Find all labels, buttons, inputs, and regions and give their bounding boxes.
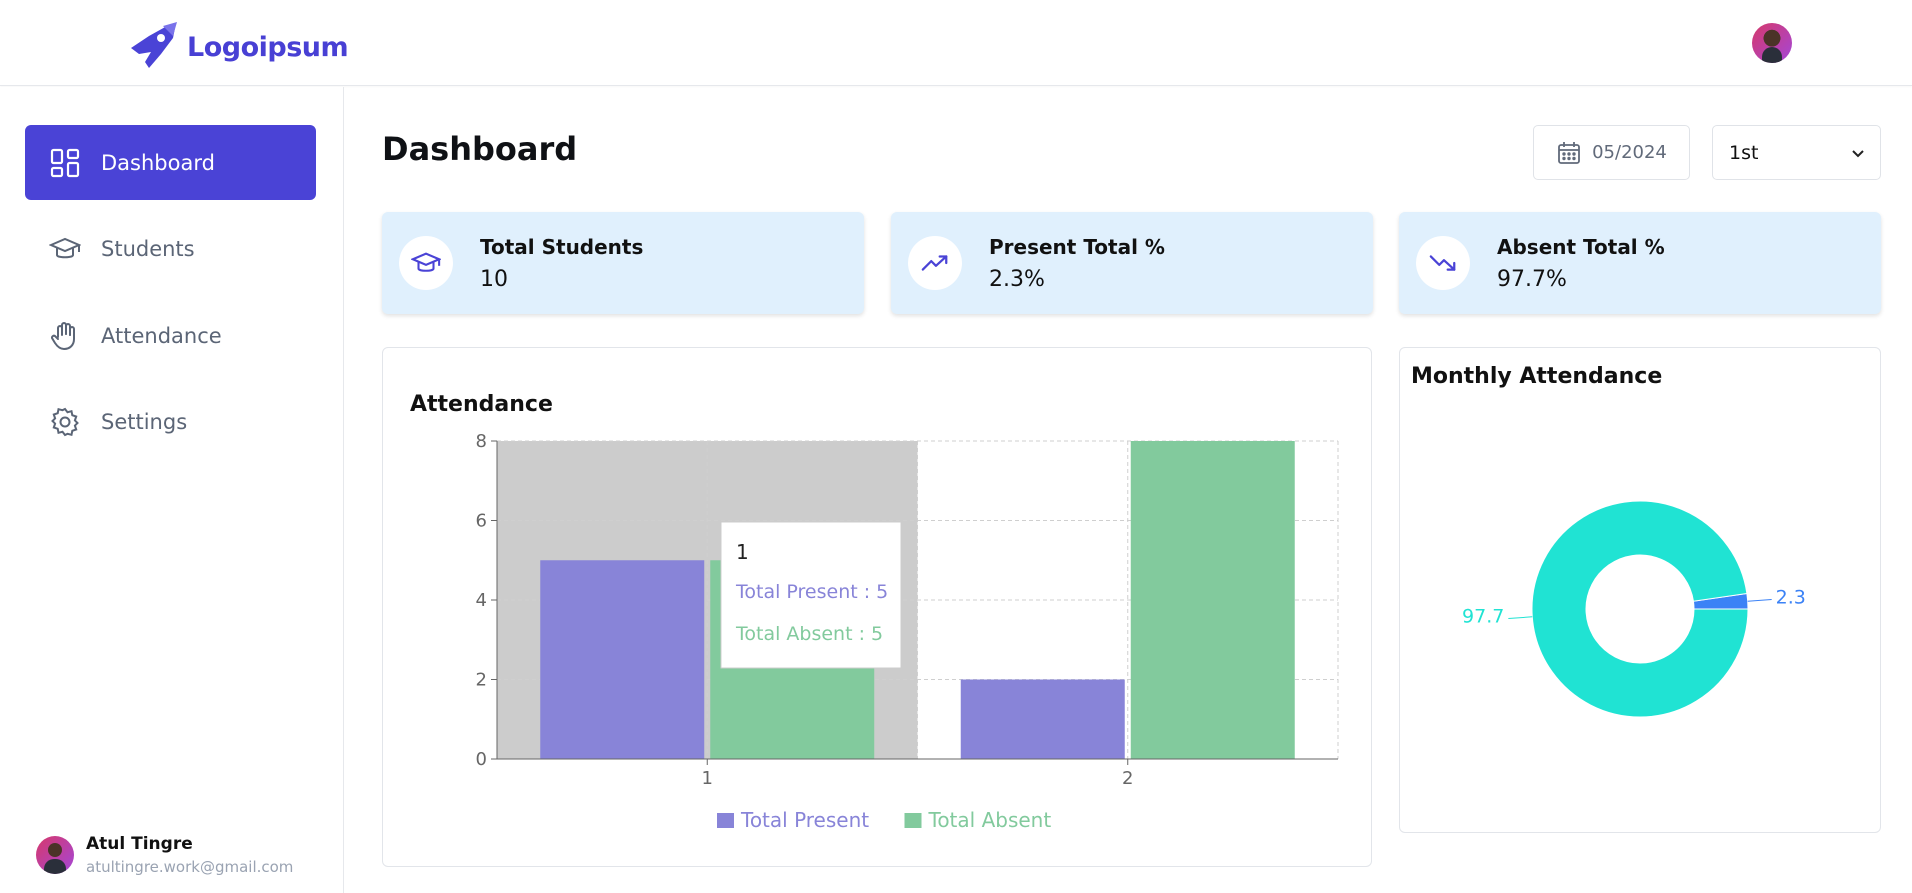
sidebar-item-settings[interactable]: Settings (25, 384, 316, 459)
legend-label: Total Absent (928, 808, 1052, 832)
bar-total-absent-2 (1130, 441, 1295, 759)
chart-tooltip: 1 Total Present : 5 Total Absent : 5 (720, 521, 902, 669)
dashboard-grid-icon (50, 148, 80, 177)
logo-icon (131, 22, 177, 68)
period-select[interactable]: 1st (1712, 125, 1881, 180)
trending-up-icon (921, 255, 948, 271)
stat-card-present-total: Present Total % 2.3% (891, 212, 1373, 314)
monthly-attendance-donut-chart[interactable]: 2.3 97.7 (1400, 348, 1882, 834)
stat-value: 2.3% (989, 266, 1045, 292)
stat-title: Present Total % (989, 234, 1165, 259)
donut-leader-line (1508, 616, 1533, 620)
brand-name: Logoipsum (187, 31, 349, 63)
y-tick-label: 8 (476, 431, 487, 452)
stat-value: 10 (480, 266, 508, 292)
y-tick-label: 0 (476, 749, 487, 770)
bar-total-present-1 (540, 560, 705, 759)
legend-swatch (904, 813, 922, 828)
donut-slice-label: 2.3 (1776, 586, 1806, 608)
stat-title: Total Students (480, 234, 644, 259)
date-value: 05/2024 (1592, 142, 1667, 163)
sidebar-item-dashboard[interactable]: Dashboard (25, 125, 316, 200)
tooltip-present: Total Present : 5 (735, 581, 888, 603)
stat-title: Absent Total % (1497, 234, 1665, 259)
stat-icon-wrap (1416, 236, 1470, 290)
sidebar-item-label: Students (101, 236, 195, 261)
brand-logo[interactable]: Logoipsum (127, 22, 349, 72)
chart-legend: Total Present Total Absent (717, 808, 1051, 832)
sidebar-item-label: Dashboard (101, 150, 215, 175)
y-tick-label: 2 (476, 670, 487, 691)
bar-total-present-2 (960, 679, 1125, 759)
attendance-panel: Attendance 0 2 4 6 8 1 2 Total Present Total Abs… (382, 347, 1372, 867)
gear-icon (51, 407, 79, 436)
stat-value: 97.7% (1497, 266, 1567, 292)
avatar (36, 836, 74, 874)
graduation-cap-icon (411, 252, 441, 272)
y-tick-label: 4 (476, 590, 487, 611)
donut-slice-97-7 (1531, 500, 1749, 718)
y-tick-label: 6 (476, 511, 487, 532)
sidebar-item-label: Attendance (101, 323, 222, 348)
attendance-bar-chart[interactable]: 024681 2Total Present Total Absent1Total P… (383, 348, 1373, 868)
user-profile[interactable]: Atul Tingre atultingre.work@gmail.com (36, 834, 293, 876)
month-picker[interactable]: 05/2024 (1533, 125, 1690, 180)
sidebar-item-students[interactable]: Students (25, 211, 316, 286)
user-email: atultingre.work@gmail.com (86, 858, 294, 876)
stat-icon-wrap (908, 236, 962, 290)
calendar-icon (1558, 141, 1581, 164)
period-select-value: 1st (1729, 141, 1759, 164)
donut-leader-line (1747, 598, 1772, 602)
trending-down-icon (1429, 255, 1456, 271)
sidebar: Dashboard Students Attendance Settings A… (0, 87, 344, 893)
tooltip-absent: Total Absent : 5 (735, 623, 883, 645)
monthly-attendance-panel: Monthly Attendance 2.3 97.7 (1399, 347, 1881, 833)
user-name: Atul Tingre (86, 834, 193, 854)
top-bar: Logoipsum (0, 0, 1912, 86)
legend-swatch (717, 813, 734, 828)
tooltip-title: 1 (736, 540, 749, 564)
header-avatar[interactable] (1752, 23, 1792, 63)
stat-icon-wrap (399, 236, 453, 290)
stat-card-absent-total: Absent Total % 97.7% (1399, 212, 1881, 314)
sidebar-item-label: Settings (101, 409, 188, 434)
hand-icon (51, 321, 75, 350)
graduation-cap-icon (49, 237, 81, 258)
legend-label: Total Present (740, 808, 869, 832)
chevron-down-icon (1852, 149, 1864, 157)
page-title: Dashboard (382, 130, 578, 168)
x-tick-label: 1 (702, 768, 713, 789)
x-tick-label: 2 (1122, 768, 1133, 789)
stat-card-total-students: Total Students 10 (382, 212, 864, 314)
donut-slice-label: 97.7 (1462, 606, 1504, 628)
sidebar-item-attendance[interactable]: Attendance (25, 298, 316, 373)
